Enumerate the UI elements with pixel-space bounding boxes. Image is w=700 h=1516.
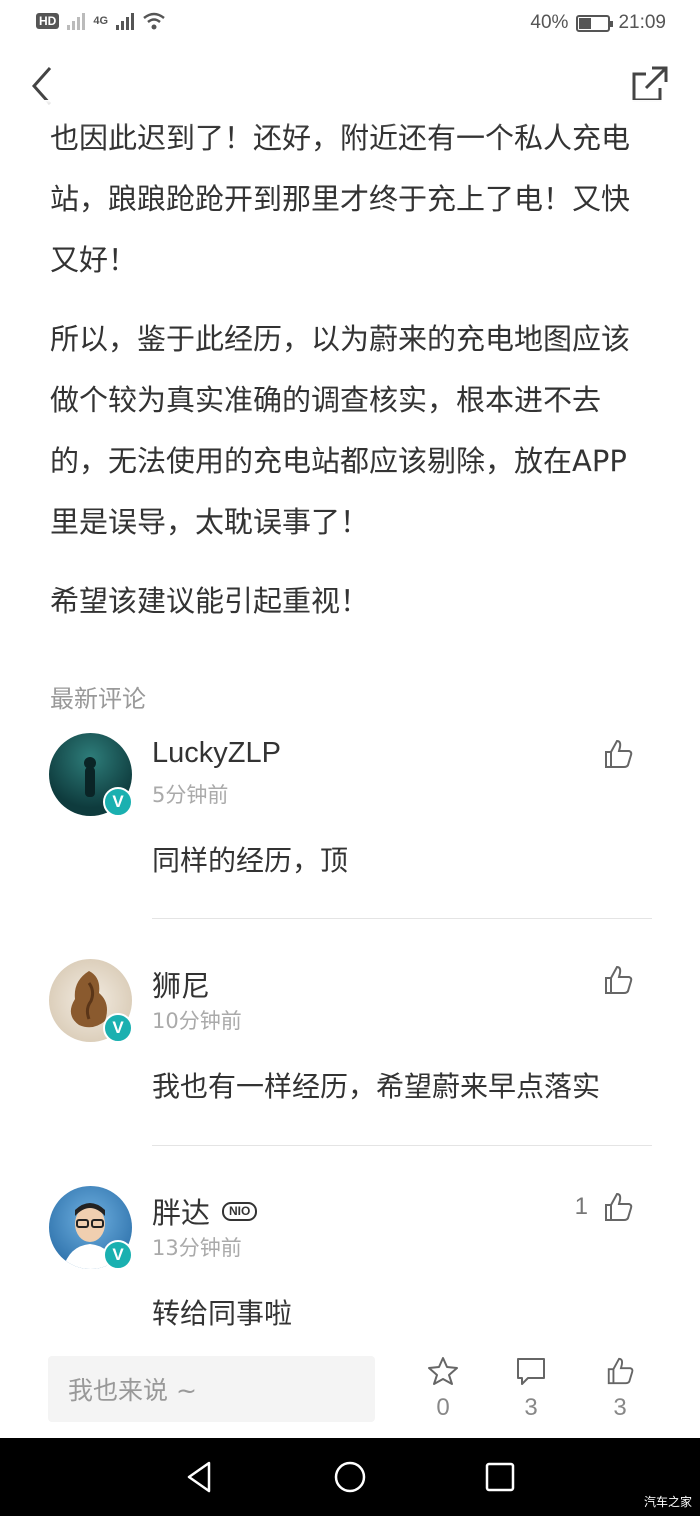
- article-paragraph: 也因此迟到了！还好，附近还有一个私人充电站，踉踉跄跄开到那里才终于充上了电！又快…: [50, 121, 631, 277]
- status-bar: HD 4G 40% 21:09: [0, 0, 700, 50]
- verified-badge: V: [103, 1013, 133, 1043]
- latest-comments-title: 最新评论: [50, 685, 146, 713]
- nio-badge: NIO: [222, 1201, 258, 1221]
- thumbs-up-icon: [605, 1192, 633, 1221]
- commenter-name[interactable]: 胖达 NIO: [152, 1190, 258, 1232]
- nav-recents-icon[interactable]: [483, 1460, 517, 1494]
- comment-text: 我也有一样经历，希望蔚来早点落实: [152, 1070, 601, 1103]
- comment-button[interactable]: 3: [501, 1356, 561, 1422]
- comment-count: 3: [524, 1394, 538, 1421]
- commenter-name-text: 狮尼: [152, 971, 211, 1003]
- signal-strength-icon: [116, 12, 135, 30]
- verified-badge: V: [103, 1240, 133, 1270]
- wifi-icon: [143, 12, 165, 30]
- divider: [152, 918, 652, 919]
- share-icon[interactable]: [630, 64, 670, 104]
- divider: [152, 1145, 652, 1146]
- like-count: 1: [574, 1193, 588, 1220]
- commenter-name[interactable]: 狮尼: [152, 963, 210, 1005]
- commenter-name-text: LuckyZLP: [152, 737, 281, 769]
- comment-time: 5分钟前: [152, 783, 229, 807]
- watermark: 汽车之家: [643, 1495, 692, 1509]
- system-nav-bar: 汽车之家: [0, 1438, 700, 1516]
- article-body: 也因此迟到了！还好，附近还有一个私人充电站，踉踉跄跄开到那里才终于充上了电！又快…: [50, 108, 650, 650]
- commenter-name-text: 胖达: [152, 1198, 211, 1230]
- favorite-button[interactable]: 0: [413, 1356, 473, 1422]
- clock: 21:09: [618, 12, 666, 33]
- hd-voice-icon: HD: [36, 13, 60, 29]
- commenter-name[interactable]: LuckyZLP: [152, 737, 281, 770]
- battery-icon: [576, 14, 614, 32]
- comment-input-bar: 我也来说 ~ 0 3 3: [0, 1340, 700, 1438]
- scroll-fade: [0, 100, 700, 128]
- comment-text: 转给同事啦: [152, 1297, 293, 1330]
- comment-time: 13分钟前: [152, 1236, 242, 1260]
- article-paragraph: 所以，鉴于此经历，以为蔚来的充电地图应该做个较为真实准确的调查核实，根本进不去的…: [50, 322, 631, 539]
- like-count: 3: [613, 1394, 627, 1421]
- like-button[interactable]: [588, 964, 634, 996]
- like-button[interactable]: [588, 738, 634, 770]
- comment-time: 10分钟前: [152, 1009, 242, 1033]
- nav-back-icon[interactable]: [183, 1460, 217, 1494]
- signal-icon: [67, 12, 86, 30]
- thumbs-up-icon: [605, 739, 633, 768]
- comment-bubble-icon: [517, 1358, 545, 1385]
- article-paragraph: 希望该建议能引起重视！: [50, 584, 370, 618]
- favorite-count: 0: [436, 1394, 450, 1421]
- like-post-button[interactable]: 3: [590, 1356, 650, 1422]
- comment-input[interactable]: 我也来说 ~: [48, 1356, 375, 1422]
- verified-badge: V: [103, 787, 133, 817]
- network-type: 4G: [93, 15, 109, 27]
- nav-home-icon[interactable]: [333, 1460, 367, 1494]
- like-button[interactable]: 1: [575, 1191, 634, 1223]
- comment-text: 同样的经历，顶: [152, 844, 349, 877]
- star-icon: [428, 1357, 458, 1385]
- battery-percent: 40%: [530, 12, 569, 33]
- thumbs-up-icon: [605, 965, 633, 994]
- thumbs-up-icon: [607, 1357, 634, 1385]
